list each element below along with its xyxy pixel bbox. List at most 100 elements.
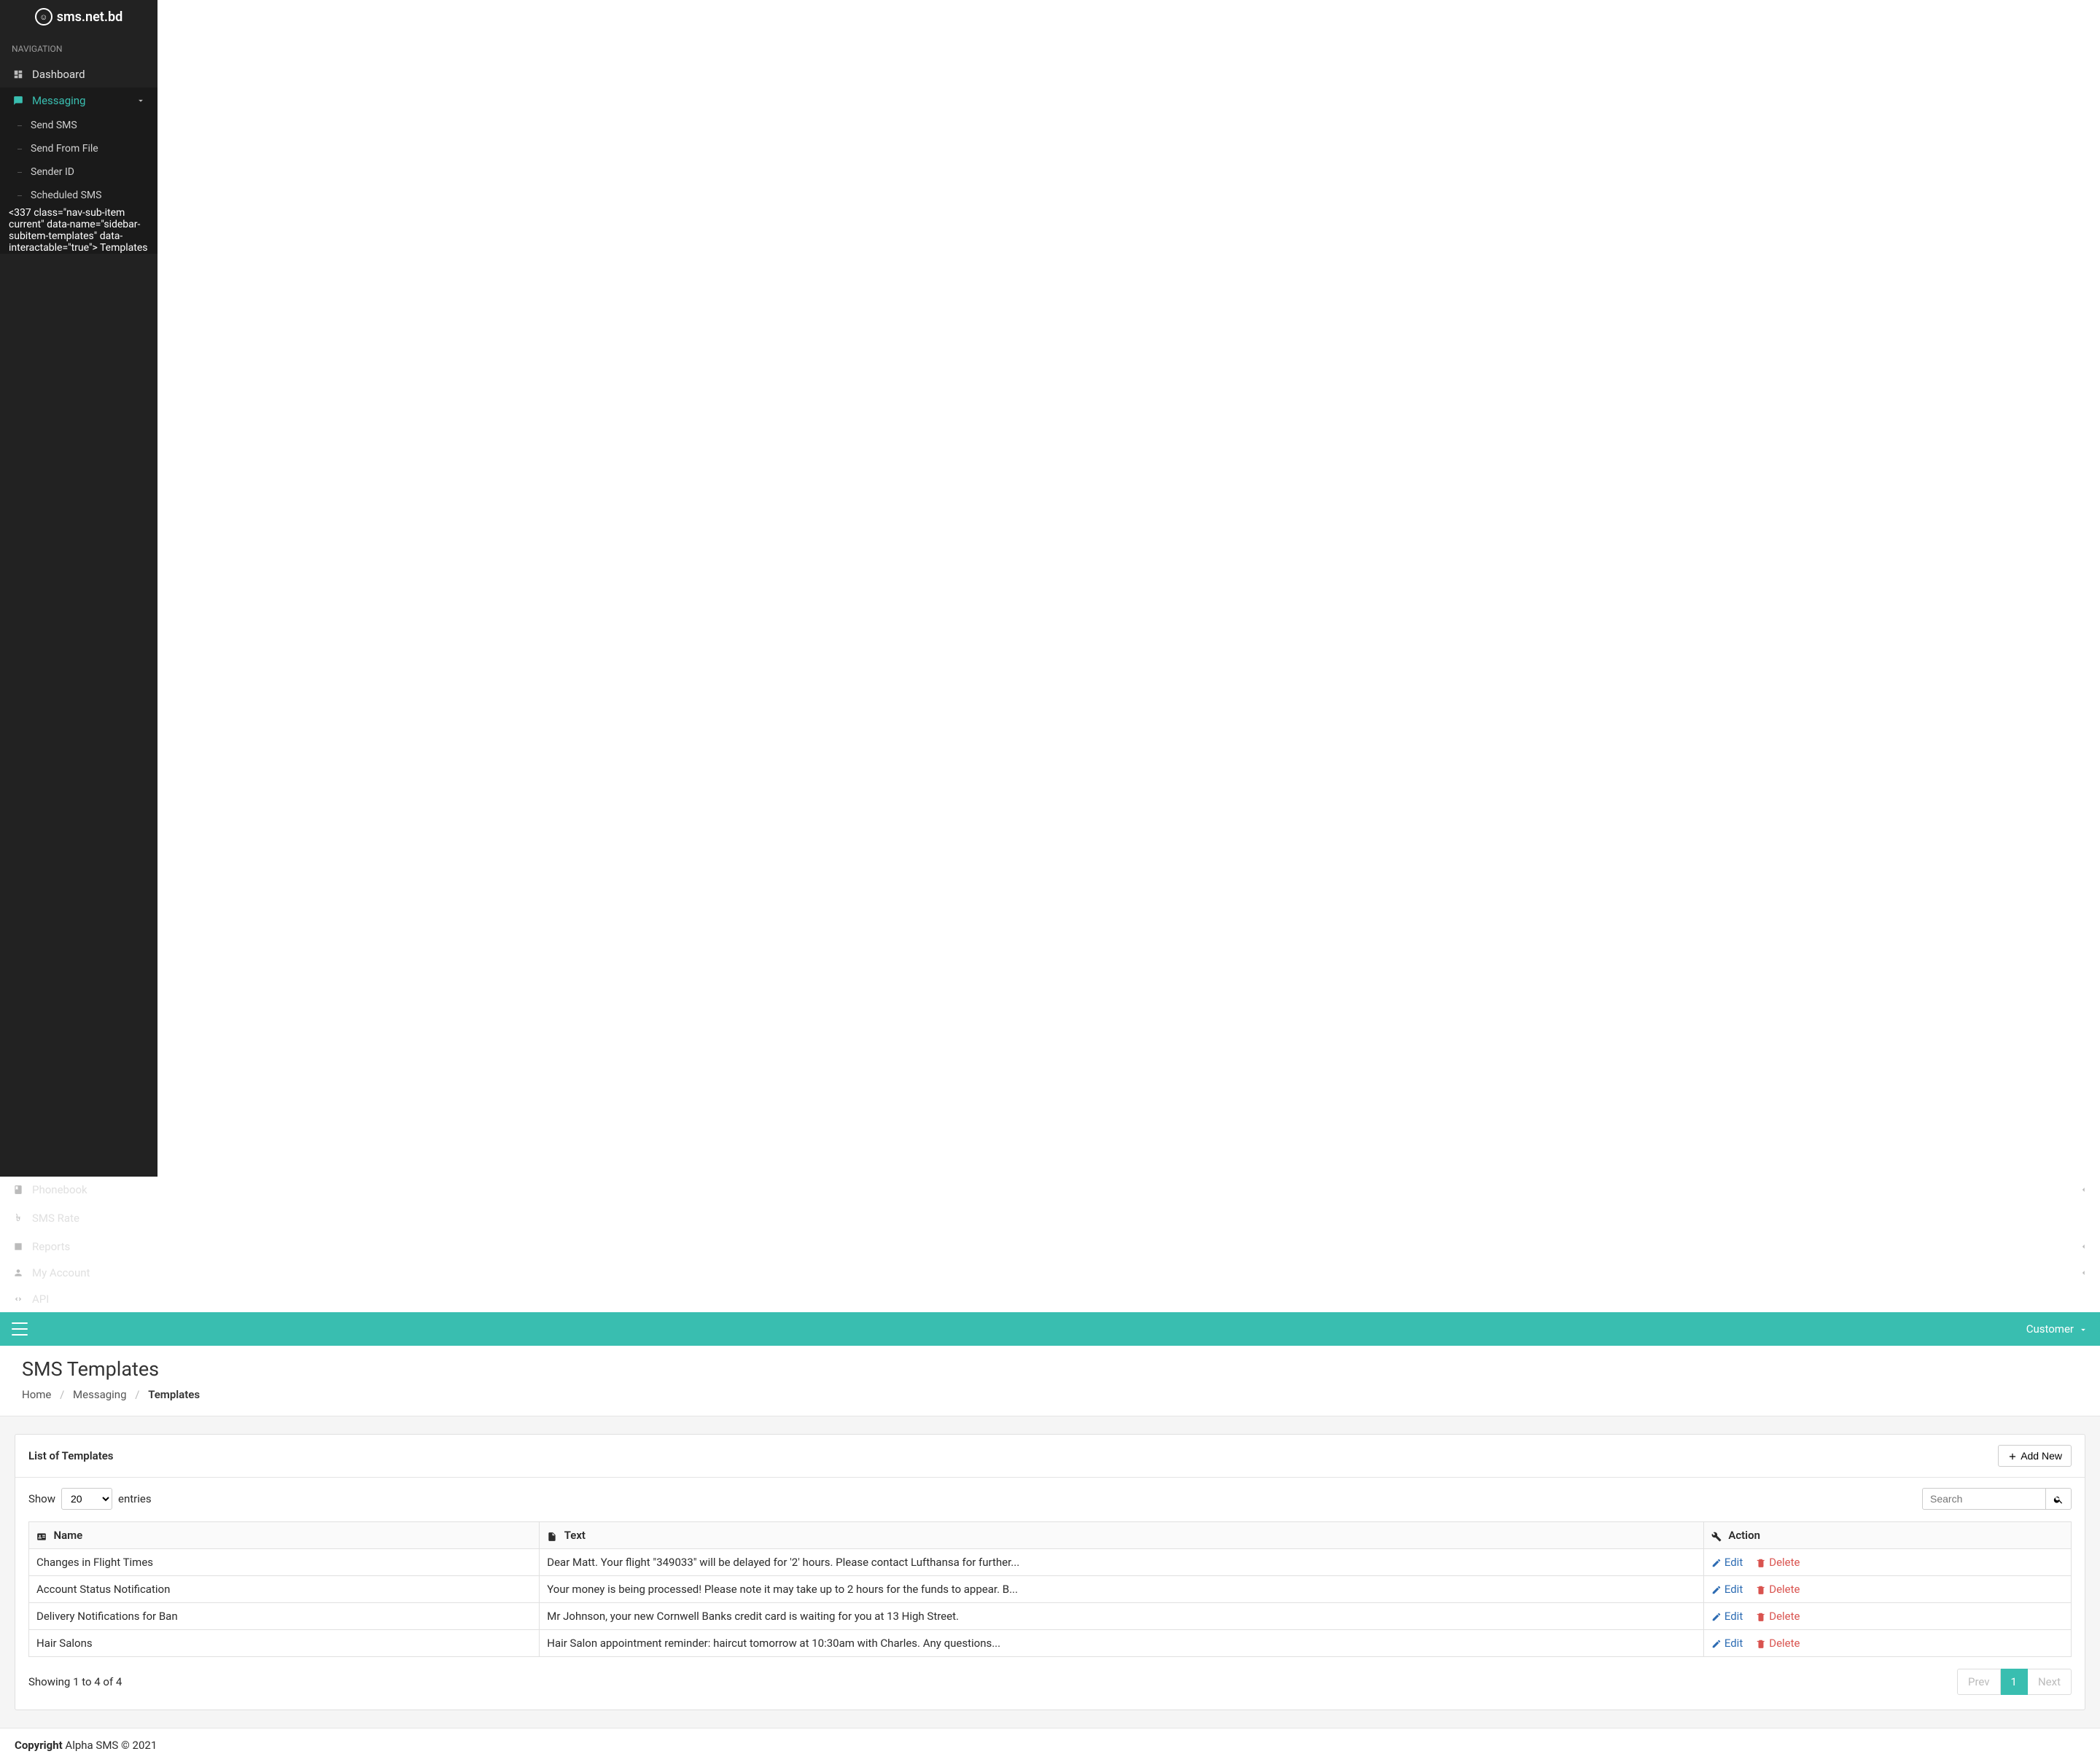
edit-link[interactable]: Edit: [1711, 1583, 1743, 1596]
sidebar-item-my-account[interactable]: My Account: [0, 1260, 2100, 1286]
pencil-icon: [1711, 1610, 1722, 1623]
breadcrumb-messaging[interactable]: Messaging: [73, 1388, 126, 1401]
messaging-submenu: Send SMS Send From File Sender ID Schedu…: [0, 114, 158, 254]
hamburger-button[interactable]: [12, 1322, 28, 1336]
table-controls: Show 20 entries: [28, 1488, 2072, 1510]
sidebar-item-label: Send SMS: [31, 120, 77, 131]
add-new-button[interactable]: Add New: [1998, 1445, 2072, 1467]
breadcrumb-home[interactable]: Home: [22, 1388, 51, 1401]
logo-icon: ☺: [35, 8, 52, 26]
sidebar-item-messaging[interactable]: Messaging: [0, 87, 158, 114]
trash-icon: [1756, 1637, 1766, 1650]
content: List of Templates Add New Show 20 ent: [0, 1416, 2100, 1728]
delete-link[interactable]: Delete: [1756, 1556, 1800, 1569]
trash-icon: [1756, 1583, 1766, 1596]
sidebar-item-label: Reports: [32, 1240, 70, 1253]
delete-link[interactable]: Delete: [1756, 1637, 1800, 1650]
sidebar-item-label: Messaging: [32, 94, 85, 107]
search-input[interactable]: [1922, 1488, 2046, 1510]
logo-area: ☺ sms.net.bd: [0, 0, 158, 34]
chevron-down-icon: [136, 95, 146, 106]
sidebar-item-label: My Account: [32, 1266, 90, 1279]
id-card-icon: [36, 1530, 49, 1542]
sidebar-item-label: SMS Rate: [32, 1212, 79, 1225]
sidebar-item-label: API: [32, 1293, 49, 1306]
sidebar-item-sms-rate[interactable]: ৳ SMS Rate: [0, 1203, 2100, 1233]
table-row: Delivery Notifications for BanMr Johnson…: [29, 1603, 2072, 1630]
cell-text: Your money is being processed! Please no…: [540, 1576, 1704, 1603]
trash-icon: [1756, 1610, 1766, 1623]
cell-action: Edit Delete: [1703, 1549, 2071, 1576]
breadcrumb-current: Templates: [148, 1388, 200, 1401]
logo[interactable]: ☺ sms.net.bd: [35, 8, 122, 26]
panel-title: List of Templates: [28, 1449, 114, 1462]
table-row: Hair SalonsHair Salon appointment remind…: [29, 1630, 2072, 1657]
book-icon: [12, 1185, 25, 1195]
sidebar-item-reports[interactable]: Reports: [0, 1233, 2100, 1260]
pencil-icon: [1711, 1637, 1722, 1650]
table-row: Changes in Flight TimesDear Matt. Your f…: [29, 1549, 2072, 1576]
nav-heading: NAVIGATION: [0, 34, 158, 61]
show-entries: Show 20 entries: [28, 1488, 152, 1510]
pencil-icon: [1711, 1583, 1722, 1596]
pencil-icon: [1711, 1556, 1722, 1569]
cell-action: Edit Delete: [1703, 1630, 2071, 1657]
sidebar-item-dashboard[interactable]: Dashboard: [0, 61, 158, 87]
page-prev-button[interactable]: Prev: [1957, 1669, 2001, 1695]
sidebar-item-label: Dashboard: [32, 68, 85, 81]
sidebar-item-label: Scheduled SMS: [31, 190, 101, 201]
user-icon: [12, 1268, 25, 1278]
page-next-button[interactable]: Next: [2028, 1669, 2072, 1695]
entries-select[interactable]: 20: [61, 1488, 112, 1510]
chevron-left-icon: [2078, 1268, 2088, 1278]
edit-link[interactable]: Edit: [1711, 1610, 1743, 1623]
col-header-name[interactable]: Name: [29, 1522, 540, 1549]
wrench-icon: [1711, 1530, 1724, 1542]
sidebar-item-label: Templates: [100, 242, 148, 254]
chat-icon: [12, 95, 25, 106]
file-icon: [547, 1530, 559, 1542]
delete-label: Delete: [1769, 1637, 1800, 1650]
page-title: SMS Templates: [22, 1357, 2078, 1381]
cell-text: Hair Salon appointment reminder: haircut…: [540, 1630, 1704, 1657]
search-button[interactable]: [2046, 1488, 2072, 1510]
bdt-icon: ৳: [12, 1209, 25, 1227]
pagination: Prev 1 Next: [1957, 1669, 2072, 1695]
sidebar-subitem-scheduled-sms[interactable]: Scheduled SMS: [9, 184, 158, 207]
user-menu-label: Customer: [2026, 1322, 2074, 1336]
sidebar-item-label: Send From File: [31, 143, 98, 155]
user-menu[interactable]: Customer: [2026, 1322, 2088, 1336]
cell-name: Delivery Notifications for Ban: [29, 1603, 540, 1630]
col-header-action: Action: [1703, 1522, 2071, 1549]
edit-label: Edit: [1724, 1610, 1743, 1623]
page-1-button[interactable]: 1: [2001, 1669, 2028, 1695]
breadcrumb-separator: /: [135, 1388, 139, 1401]
table-footer: Showing 1 to 4 of 4 Prev 1 Next: [28, 1669, 2072, 1695]
chevron-left-icon: [2078, 1185, 2088, 1195]
sidebar-subitem-send-from-file[interactable]: Send From File: [9, 137, 158, 160]
page-header: SMS Templates Home / Messaging / Templat…: [0, 1346, 2100, 1416]
sidebar-item-phonebook[interactable]: Phonebook: [0, 1177, 2100, 1203]
sidebar: ☺ sms.net.bd NAVIGATION Dashboard Messag…: [0, 0, 158, 1177]
col-header-text[interactable]: Text: [540, 1522, 1704, 1549]
breadcrumb-separator: /: [60, 1388, 64, 1401]
edit-label: Edit: [1724, 1637, 1743, 1650]
show-label-post: entries: [118, 1492, 152, 1505]
panel-header: List of Templates Add New: [15, 1435, 2085, 1478]
code-icon: [12, 1294, 25, 1304]
delete-link[interactable]: Delete: [1756, 1610, 1800, 1623]
sidebar-subitem-sender-id[interactable]: Sender ID: [9, 160, 158, 184]
sidebar-subitem-send-sms[interactable]: Send SMS: [9, 114, 158, 137]
delete-label: Delete: [1769, 1583, 1800, 1596]
search-icon: [2053, 1494, 2064, 1505]
trash-icon: [1756, 1556, 1766, 1569]
edit-link[interactable]: Edit: [1711, 1556, 1743, 1569]
add-new-label: Add New: [2021, 1450, 2062, 1462]
panel-body: Show 20 entries: [15, 1478, 2085, 1710]
delete-link[interactable]: Delete: [1756, 1583, 1800, 1596]
edit-link[interactable]: Edit: [1711, 1637, 1743, 1650]
delete-label: Delete: [1769, 1610, 1800, 1623]
cell-text: Mr Johnson, your new Cornwell Banks cred…: [540, 1603, 1704, 1630]
templates-panel: List of Templates Add New Show 20 ent: [15, 1434, 2085, 1710]
sidebar-item-api[interactable]: API: [0, 1286, 2100, 1312]
